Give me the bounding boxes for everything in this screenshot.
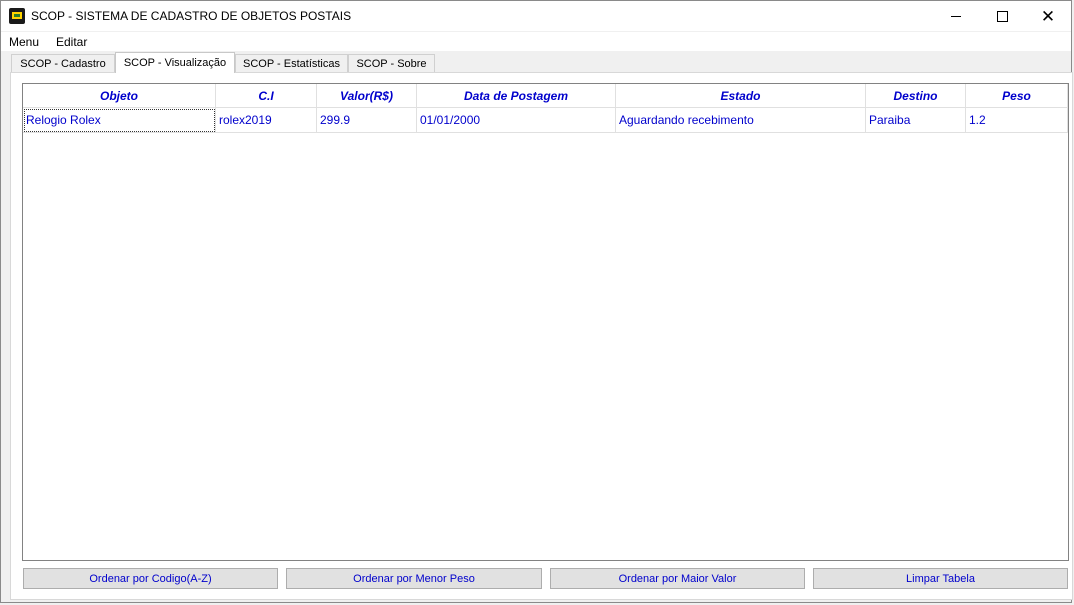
- close-button[interactable]: ✕: [1025, 1, 1071, 31]
- tab-sobre[interactable]: SCOP - Sobre: [348, 54, 435, 72]
- sort-by-code-button[interactable]: Ordenar por Codigo(A-Z): [23, 568, 278, 589]
- column-header-valor[interactable]: Valor(R$): [317, 84, 417, 108]
- tab-strip: SCOP - Cadastro SCOP - Visualização SCOP…: [1, 51, 1071, 73]
- app-icon: [9, 8, 25, 24]
- table-cell-estado[interactable]: Aguardando recebimento: [616, 108, 866, 133]
- clear-table-button[interactable]: Limpar Tabela: [813, 568, 1068, 589]
- menu-item-menu[interactable]: Menu: [9, 35, 39, 49]
- column-header-estado[interactable]: Estado: [616, 84, 866, 108]
- minimize-icon: [951, 15, 961, 17]
- maximize-button[interactable]: [979, 1, 1025, 31]
- table-cell-valor[interactable]: 299.9: [317, 108, 417, 133]
- column-header-objeto[interactable]: Objeto: [23, 84, 216, 108]
- column-header-destino[interactable]: Destino: [866, 84, 966, 108]
- table-row[interactable]: Relogio Rolex rolex2019 299.9 01/01/2000…: [23, 108, 1068, 133]
- tab-visualizacao[interactable]: SCOP - Visualização: [115, 52, 235, 73]
- sort-by-weight-button[interactable]: Ordenar por Menor Peso: [286, 568, 542, 589]
- table-cell-data-postagem[interactable]: 01/01/2000: [417, 108, 616, 133]
- table-cell-destino[interactable]: Paraiba: [866, 108, 966, 133]
- sort-by-value-button[interactable]: Ordenar por Maior Valor: [550, 568, 805, 589]
- column-header-ci[interactable]: C.I: [216, 84, 317, 108]
- maximize-icon: [996, 10, 1008, 22]
- title-bar[interactable]: SCOP - SISTEMA DE CADASTRO DE OBJETOS PO…: [1, 1, 1071, 31]
- window-title: SCOP - SISTEMA DE CADASTRO DE OBJETOS PO…: [31, 9, 352, 23]
- app-window: SCOP - SISTEMA DE CADASTRO DE OBJETOS PO…: [0, 0, 1073, 603]
- menu-bar: Menu Editar: [1, 32, 1071, 51]
- tab-cadastro[interactable]: SCOP - Cadastro: [11, 54, 115, 72]
- table-cell-ci[interactable]: rolex2019: [216, 108, 317, 133]
- column-header-data-postagem[interactable]: Data de Postagem: [417, 84, 616, 108]
- close-icon: ✕: [1040, 6, 1056, 26]
- table-cell-objeto[interactable]: Relogio Rolex: [23, 108, 216, 133]
- table-cell-peso[interactable]: 1.2: [966, 108, 1068, 133]
- menu-item-editar[interactable]: Editar: [56, 35, 87, 49]
- column-header-peso[interactable]: Peso: [966, 84, 1068, 108]
- objects-table[interactable]: Objeto C.I Valor(R$) Data de Postagem Es…: [22, 83, 1069, 561]
- tab-estatisticas[interactable]: SCOP - Estatísticas: [235, 54, 348, 72]
- minimize-button[interactable]: [933, 1, 979, 31]
- table-header: Objeto C.I Valor(R$) Data de Postagem Es…: [23, 84, 1068, 108]
